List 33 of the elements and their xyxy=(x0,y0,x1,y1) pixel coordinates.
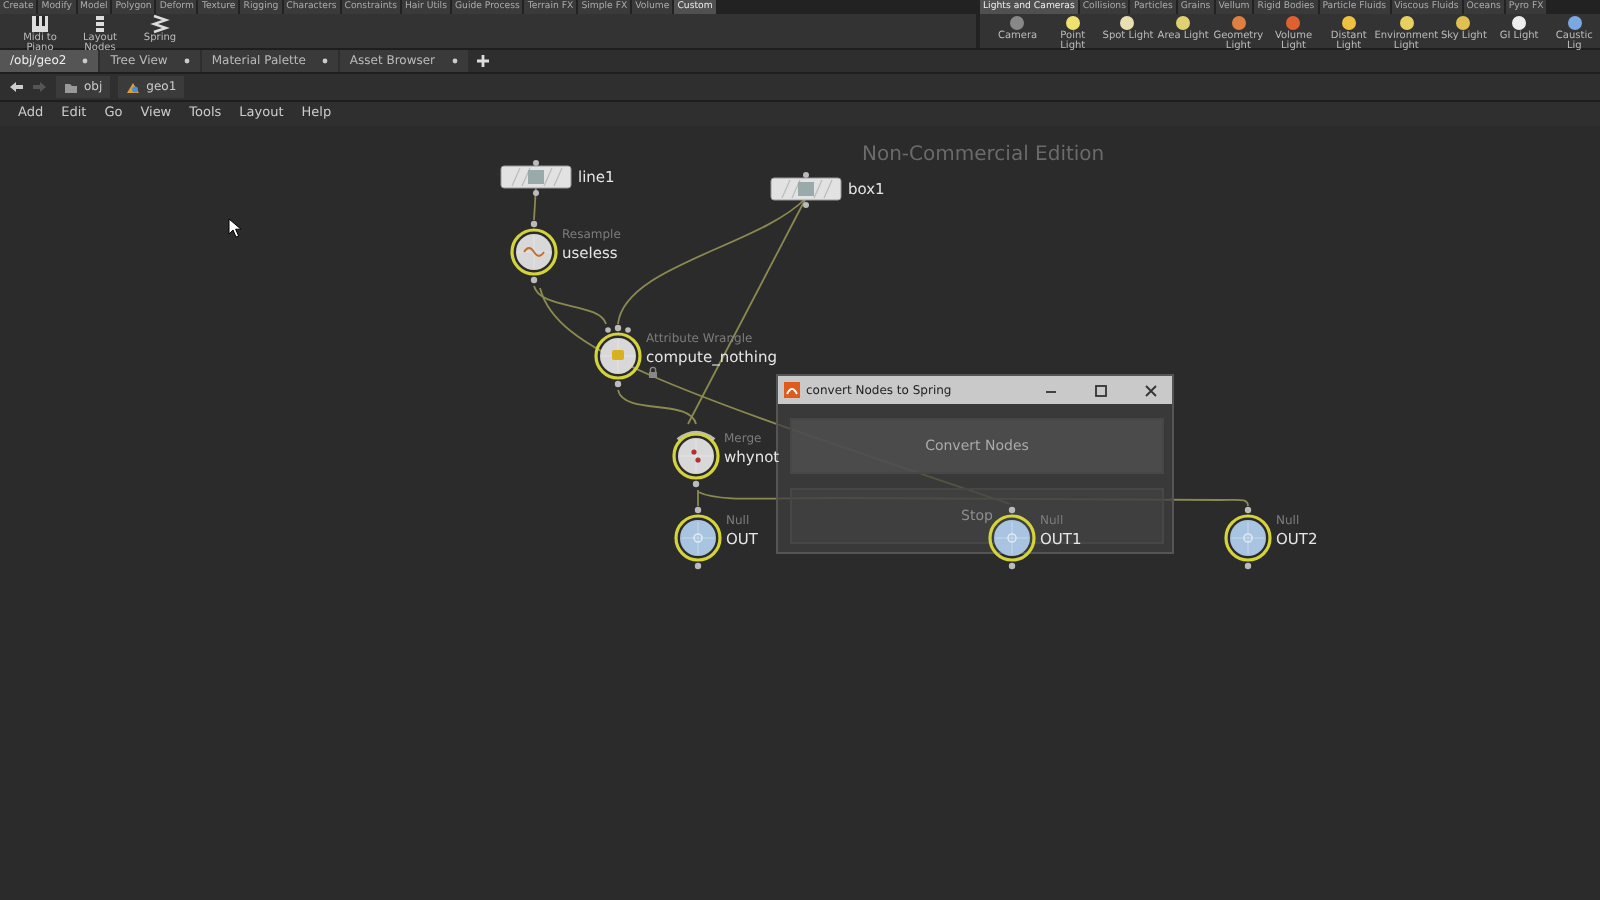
geometry-icon xyxy=(126,81,141,93)
edition-label: Non-Commercial Edition xyxy=(862,142,1105,170)
stacked-nodes-icon xyxy=(90,14,110,34)
spring-coil-icon xyxy=(150,14,170,34)
light-icon xyxy=(1510,14,1529,32)
light-icon xyxy=(1118,14,1137,32)
close-icon[interactable] xyxy=(82,58,89,64)
close-icon[interactable] xyxy=(321,58,328,64)
light-icon xyxy=(1397,14,1416,32)
close-icon[interactable] xyxy=(183,58,190,64)
app-logo-icon xyxy=(784,382,800,398)
light-icon xyxy=(1565,14,1584,32)
add-tab-icon[interactable] xyxy=(475,54,490,68)
back-arrow-icon[interactable] xyxy=(8,80,24,94)
folder-icon xyxy=(64,81,78,93)
maximize-icon xyxy=(1091,383,1109,397)
light-icon xyxy=(1063,14,1082,32)
mouse-cursor-icon xyxy=(228,218,242,238)
light-icon xyxy=(1229,14,1248,32)
light-icon xyxy=(1454,14,1473,32)
node-icon[interactable] xyxy=(1222,504,1274,572)
node-tile[interactable] xyxy=(770,172,842,208)
node-icon[interactable] xyxy=(592,322,644,390)
light-icon xyxy=(1284,14,1303,32)
node-icon[interactable] xyxy=(508,218,560,286)
close-icon[interactable] xyxy=(451,58,458,64)
node-icon[interactable] xyxy=(672,504,724,572)
node-tile[interactable] xyxy=(500,160,572,196)
close-icon xyxy=(1141,383,1159,397)
connection-wire xyxy=(533,185,537,221)
light-icon xyxy=(1008,14,1027,32)
light-icon xyxy=(1174,14,1193,32)
light-icon xyxy=(1339,14,1358,32)
